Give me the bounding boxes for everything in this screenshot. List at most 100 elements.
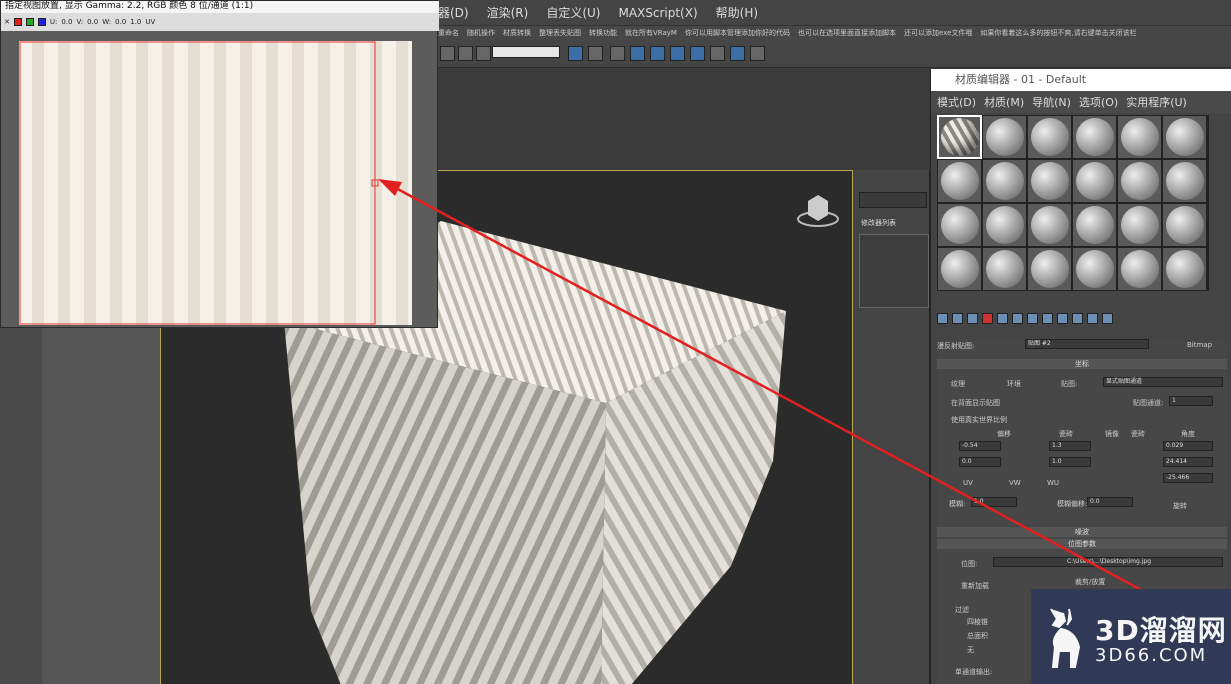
copy-material-icon[interactable] [997,313,1008,324]
menu-item[interactable]: 帮助(H) [716,4,758,21]
material-slot[interactable] [1117,247,1162,291]
viewcube-icon[interactable] [797,195,839,227]
u-tiling-field[interactable]: 1.3 [1049,441,1091,451]
v-value[interactable]: 0.0 [87,18,98,26]
wu-radio[interactable]: WU [1047,479,1059,487]
bitmap-path-button[interactable]: C:\Users\...\Desktop\img.jpg [993,557,1223,567]
v-angle-field[interactable]: 24.414 [1163,457,1213,467]
material-slot[interactable] [1027,203,1072,247]
h-value[interactable]: 1.0 [130,18,141,26]
coordinates-header[interactable]: 坐标 [937,359,1227,369]
vw-radio[interactable]: VW [1009,479,1021,487]
material-slot[interactable] [982,115,1027,159]
close-icon[interactable]: ✕ [4,18,10,26]
script-button[interactable]: 重命名 [438,28,459,38]
material-slot[interactable] [937,115,982,159]
material-slot[interactable] [1072,159,1117,203]
material-slot[interactable] [982,203,1027,247]
menu-item[interactable]: 渲染(R) [487,4,529,21]
reload-button[interactable]: 重新加载 [961,581,989,591]
material-slot[interactable] [937,247,982,291]
go-parent-icon[interactable] [1087,313,1098,324]
object-name-field[interactable] [859,192,927,208]
script-button[interactable]: 整理丢失贴图 [539,28,581,38]
filter-sat-radio[interactable]: 总面积 [967,631,988,641]
texture-canvas[interactable] [19,41,412,325]
script-button[interactable]: 如果你看着这么多的按钮不爽,请右键单击关闭该栏 [980,28,1136,38]
menu-item[interactable]: 自定义(U) [546,4,600,21]
filter-none-radio[interactable]: 无 [967,645,974,655]
material-editor-icon[interactable] [690,46,705,61]
material-slot[interactable] [1162,115,1207,159]
select-icon[interactable] [476,46,491,61]
w-value[interactable]: 0.0 [115,18,126,26]
show-map-icon[interactable] [1057,313,1068,324]
v-offset-field[interactable]: 0.0 [959,457,1001,467]
selection-set-dropdown[interactable] [492,46,560,58]
show-end-icon[interactable] [1072,313,1083,324]
material-slot[interactable] [1072,203,1117,247]
script-button[interactable]: 就在所有VRayM [625,28,677,38]
menu-item[interactable]: 实用程序(U) [1126,94,1187,110]
blue-channel-button[interactable] [37,18,46,26]
material-slot[interactable] [937,203,982,247]
blur-offset-field[interactable]: 0.0 [1087,497,1133,507]
u-offset-field[interactable]: -0.54 [959,441,1001,451]
filter-pyramidal-radio[interactable]: 四棱锥 [967,617,988,627]
red-channel-button[interactable] [13,18,22,26]
assign-material-icon[interactable] [967,313,978,324]
material-slot[interactable] [1117,203,1162,247]
map-name-field[interactable]: 贴图 #2 [1025,339,1149,349]
get-material-icon[interactable] [937,313,948,324]
bitmap-params-header[interactable]: 位图参数 [937,539,1227,549]
script-button[interactable]: 你可以用脚本管理添加你好的代码 [685,28,790,38]
layer-icon[interactable] [610,46,625,61]
material-slot[interactable] [1162,203,1207,247]
align-icon[interactable] [588,46,603,61]
blur-field[interactable]: 1.0 [971,497,1017,507]
u-angle-field[interactable]: 0.029 [1163,441,1213,451]
script-button[interactable]: 随机操作 [467,28,495,38]
map-type-button[interactable]: Bitmap [1187,341,1212,349]
texture-radio[interactable]: 纹理 [951,379,965,389]
go-sibling-icon[interactable] [1102,313,1113,324]
modifier-stack[interactable] [859,234,929,308]
script-button[interactable]: 还可以添加exe文件哦 [904,28,972,38]
material-slot[interactable] [1162,247,1207,291]
render-setup-icon[interactable] [710,46,725,61]
script-button[interactable]: 材质转换 [503,28,531,38]
render-frame-icon[interactable] [730,46,745,61]
real-world-checkbox[interactable]: 使用真实世界比例 [951,415,1007,425]
green-channel-button[interactable] [25,18,34,26]
menu-item[interactable]: 选项(O) [1079,94,1118,110]
put-to-scene-icon[interactable] [952,313,963,324]
schematic-icon[interactable] [670,46,685,61]
menu-item[interactable]: 材质(M) [984,94,1024,110]
scene-explorer-icon[interactable] [630,46,645,61]
material-slot[interactable] [1027,115,1072,159]
material-slot[interactable] [1117,115,1162,159]
reset-map-icon[interactable] [982,313,993,324]
material-slot[interactable] [1027,159,1072,203]
material-slot[interactable] [1072,115,1117,159]
material-slot[interactable] [982,247,1027,291]
render-icon[interactable] [750,46,765,61]
curve-editor-icon[interactable] [650,46,665,61]
material-slot[interactable] [982,159,1027,203]
material-slot[interactable] [1072,247,1117,291]
material-slot[interactable] [1117,159,1162,203]
material-id-icon[interactable] [1042,313,1053,324]
material-slot[interactable] [1162,159,1207,203]
put-library-icon[interactable] [1027,313,1038,324]
environ-radio[interactable]: 环境 [1007,379,1021,389]
show-map-checkbox[interactable]: 在背面显示贴图 [951,398,1000,408]
menu-item[interactable]: 模式(D) [937,94,976,110]
v-tiling-field[interactable]: 1.0 [1049,457,1091,467]
menu-item[interactable]: 器(D) [438,4,469,21]
material-slot[interactable] [937,159,982,203]
w-angle-field[interactable]: -25.466 [1163,473,1213,483]
menu-item[interactable]: MAXScript(X) [618,6,697,20]
u-value[interactable]: 0.0 [61,18,72,26]
script-button[interactable]: 也可以在选项里面直接添加脚本 [798,28,896,38]
uv-radio[interactable]: UV [963,479,973,487]
